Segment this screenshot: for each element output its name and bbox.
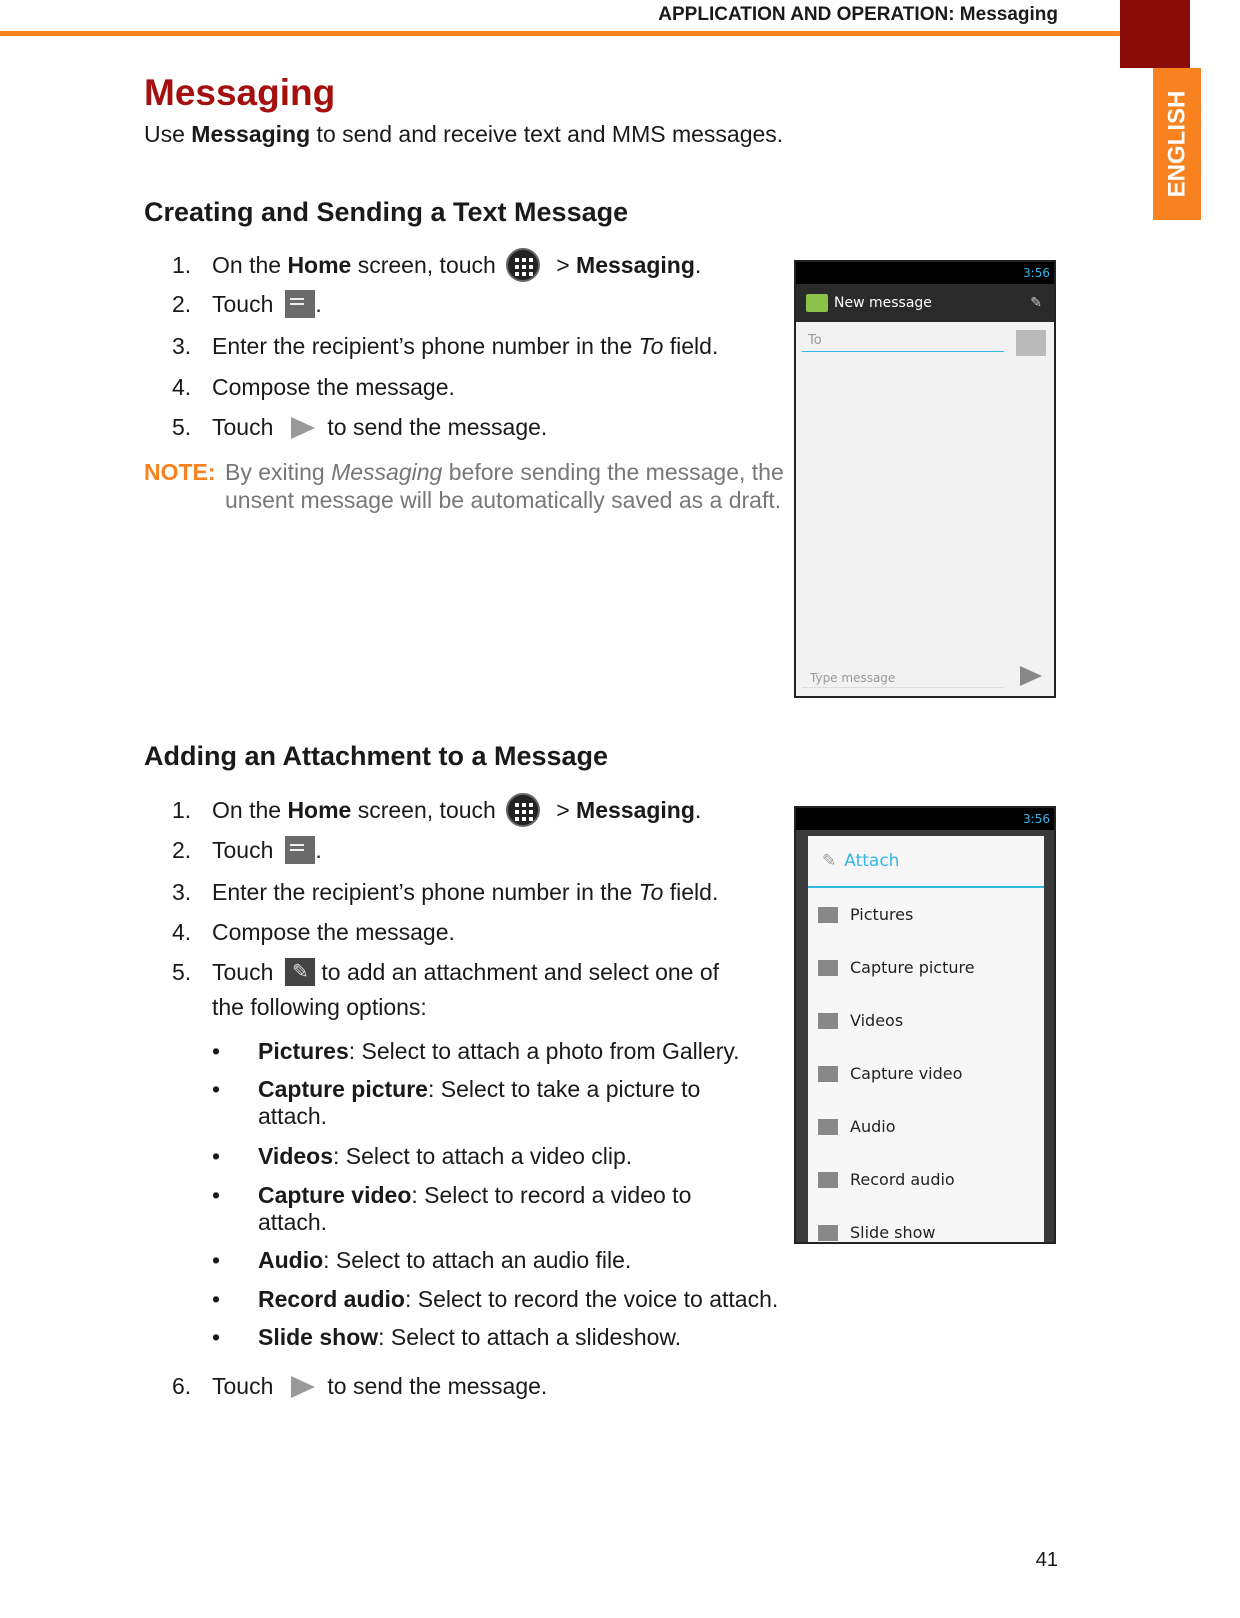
step-5: 5. Touch to send the message. bbox=[172, 414, 548, 440]
action-bar: New message ✎ bbox=[796, 284, 1054, 322]
step-4: 4. Compose the message. bbox=[172, 919, 455, 945]
section-heading-attach: Adding an Attachment to a Message bbox=[144, 741, 609, 771]
status-bar: 3:56 bbox=[796, 262, 1054, 284]
option-pictures: Pictures bbox=[808, 888, 1044, 941]
option-capture-picture: Capture picture bbox=[808, 941, 1044, 994]
send-icon bbox=[291, 416, 316, 439]
attach-dialog: ✎ Attach Pictures Capture picture Videos … bbox=[808, 836, 1044, 1242]
note: NOTE: By exiting Messaging before sending… bbox=[144, 459, 784, 513]
section-heading-create: Creating and Sending a Text Message bbox=[144, 197, 629, 227]
step-3: 3. Enter the recipient’s phone number in … bbox=[172, 879, 719, 905]
bullet-record-audio: • Record audio: Select to record the voic… bbox=[212, 1286, 779, 1312]
bullet-audio: • Audio: Select to attach an audio file. bbox=[212, 1247, 632, 1273]
option-capture-video: Capture video bbox=[808, 1047, 1044, 1100]
step-6: 6. Touch to send the message. bbox=[172, 1373, 548, 1399]
option-record-audio: Record audio bbox=[808, 1153, 1044, 1206]
apps-icon bbox=[505, 248, 540, 282]
paperclip-icon: ✎ bbox=[822, 851, 837, 871]
bullet-capture-picture: • Capture picture: Select to take a pictu… bbox=[212, 1076, 701, 1129]
language-label: ENGLISH bbox=[1163, 90, 1190, 198]
paperclip-icon: ✎ bbox=[285, 958, 316, 986]
camera-icon bbox=[818, 959, 838, 976]
language-tab: ENGLISH bbox=[1153, 68, 1201, 220]
step-2: 2. Touch. bbox=[172, 836, 322, 864]
slideshow-icon bbox=[818, 1224, 838, 1241]
page-number: 41 bbox=[1035, 1549, 1058, 1571]
header-block bbox=[1120, 0, 1190, 68]
status-bar: 3:56 bbox=[796, 808, 1054, 830]
attach-menu-screenshot: 3:56 ✎ Attach Pictures Capture picture Vi… bbox=[794, 806, 1056, 1244]
contact-icon bbox=[1016, 330, 1046, 356]
microphone-icon bbox=[818, 1171, 838, 1188]
manual-page: APPLICATION AND OPERATION: Messaging ENG… bbox=[0, 0, 1240, 1618]
option-audio: Audio bbox=[808, 1100, 1044, 1153]
to-field: To bbox=[802, 330, 1004, 352]
video-icon bbox=[818, 1012, 838, 1029]
bullet-slide-show: • Slide show: Select to attach a slidesho… bbox=[212, 1324, 682, 1350]
step-3: 3. Enter the recipient’s phone number in … bbox=[172, 333, 719, 359]
dialog-title: ✎ Attach bbox=[808, 836, 1044, 888]
paperclip-icon: ✎ bbox=[1030, 295, 1042, 311]
messaging-app-icon bbox=[806, 294, 828, 312]
step-2: 2. Touch. bbox=[172, 290, 322, 318]
step-1: 1. On the Home screen, touch > Messaging. bbox=[172, 793, 701, 827]
step-1: 1. On the Home screen, touch > Messaging. bbox=[172, 248, 701, 282]
step-5: 5. Touch ✎ to add an attachment and select … bbox=[172, 958, 720, 986]
apps-icon bbox=[505, 793, 540, 827]
step-5-continued: the following options: bbox=[212, 994, 427, 1020]
send-icon bbox=[291, 1375, 316, 1398]
type-message-field: Type message bbox=[802, 669, 1004, 688]
speaker-icon bbox=[818, 1118, 838, 1135]
bullet-pictures: • Pictures: Select to attach a photo from… bbox=[212, 1038, 740, 1064]
bullet-videos: • Videos: Select to attach a video clip. bbox=[212, 1143, 633, 1169]
new-message-icon bbox=[285, 290, 316, 318]
bullet-capture-video: • Capture video: Select to record a video… bbox=[212, 1182, 692, 1235]
option-slide-show: Slide show bbox=[808, 1206, 1044, 1242]
option-videos: Videos bbox=[808, 994, 1044, 1047]
running-header: APPLICATION AND OPERATION: Messaging bbox=[658, 4, 1058, 25]
intro-text: Use Messaging to send and receive text a… bbox=[144, 121, 784, 147]
picture-icon bbox=[818, 906, 838, 923]
send-icon bbox=[1020, 666, 1042, 686]
video-camera-icon bbox=[818, 1065, 838, 1082]
new-message-screenshot: 3:56 New message ✎ To Type message bbox=[794, 260, 1056, 698]
page-title: Messaging bbox=[144, 72, 336, 113]
header-rule bbox=[0, 31, 1120, 36]
step-4: 4. Compose the message. bbox=[172, 374, 455, 400]
new-message-icon bbox=[285, 836, 316, 864]
